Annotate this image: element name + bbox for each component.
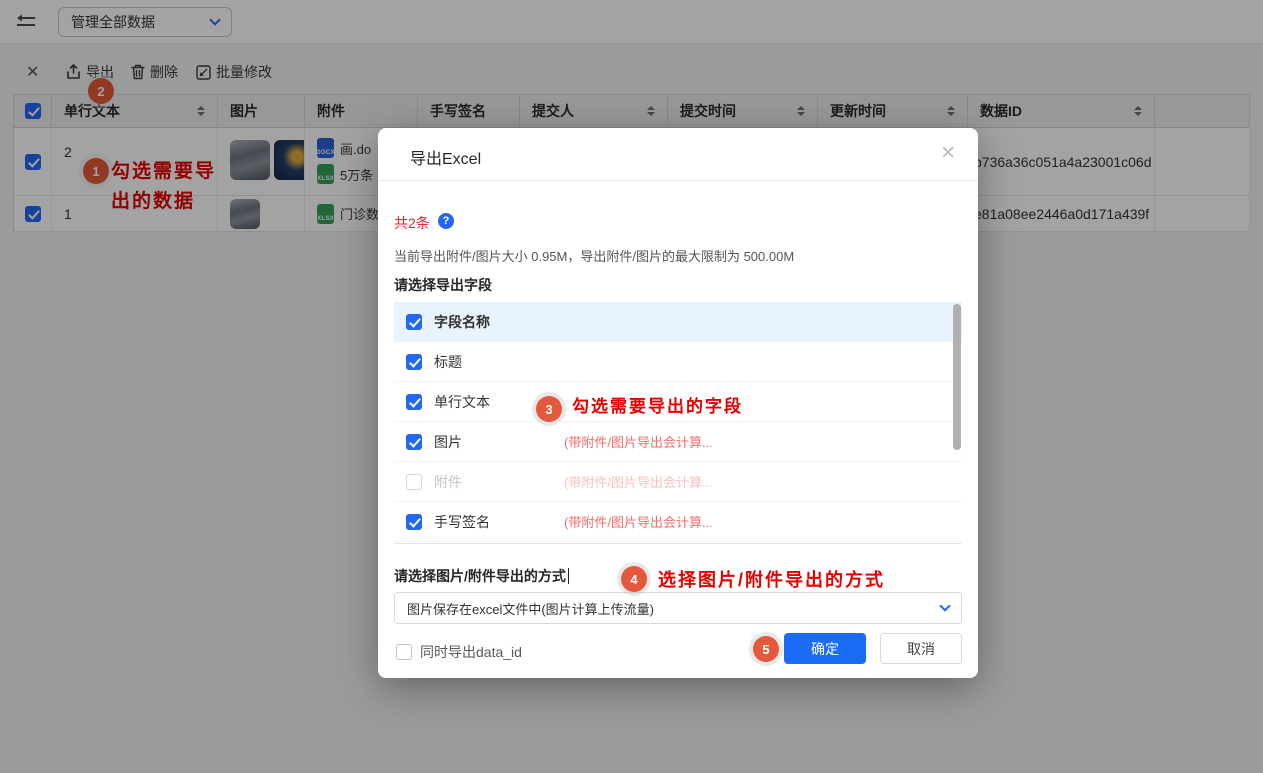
field-checkbox[interactable] xyxy=(406,514,422,530)
field-select-all-checkbox[interactable] xyxy=(406,314,422,330)
text-caret xyxy=(568,568,569,584)
data-id-checkbox[interactable] xyxy=(396,644,412,660)
export-size-info: 当前导出附件/图片大小 0.95M，导出附件/图片的最大限制为 500.00M xyxy=(394,246,794,265)
field-checkbox[interactable] xyxy=(406,434,422,450)
scrollbar-thumb[interactable] xyxy=(953,304,961,450)
field-row-signature[interactable]: 手写签名 (带附件/图片导出会计算... xyxy=(394,502,962,542)
modal-header: 导出Excel ✕ xyxy=(378,128,978,181)
fields-section-label: 请选择导出字段 xyxy=(394,275,492,295)
field-row-image[interactable]: 图片 (带附件/图片导出会计算... xyxy=(394,422,962,462)
field-size-note: (带附件/图片导出会计算... xyxy=(564,472,713,491)
list-scrollbar[interactable] xyxy=(953,304,962,542)
field-checkbox[interactable] xyxy=(406,474,422,490)
field-size-note: (带附件/图片导出会计算... xyxy=(564,512,713,531)
cancel-button[interactable]: 取消 xyxy=(880,633,962,664)
data-id-checkbox-label: 同时导出data_id xyxy=(420,642,522,662)
field-checkbox[interactable] xyxy=(406,354,422,370)
step-badge-3: 3 xyxy=(536,396,562,422)
field-row-title[interactable]: 标题 xyxy=(394,342,962,382)
help-icon[interactable]: ? xyxy=(438,213,454,229)
chevron-down-icon xyxy=(939,600,950,611)
step-note-4: 选择图片/附件导出的方式 xyxy=(658,566,885,592)
step-badge-4: 4 xyxy=(621,566,647,592)
step-note-3: 勾选需要导出的字段 xyxy=(572,392,743,417)
modal-title: 导出Excel xyxy=(410,145,481,169)
modal-close-icon[interactable]: ✕ xyxy=(940,144,956,163)
field-list-header-row[interactable]: 字段名称 xyxy=(394,302,962,342)
export-mode-value: 图片保存在excel文件中(图片计算上传流量) xyxy=(407,599,941,618)
field-row-attachment[interactable]: 附件 (带附件/图片导出会计算... xyxy=(394,462,962,502)
field-size-note: (带附件/图片导出会计算... xyxy=(564,432,713,451)
step-badge-5: 5 xyxy=(753,636,779,662)
export-data-id-option[interactable]: 同时导出data_id xyxy=(396,642,522,662)
export-mode-section-label: 请选择图片/附件导出的方式 xyxy=(394,566,569,586)
field-checkbox[interactable] xyxy=(406,394,422,410)
export-fields-list: 字段名称 标题 单行文本 图片 (带附件/图片导出会计算... 附件 (带附件/… xyxy=(394,302,962,544)
selected-count-label: 共2条 xyxy=(394,213,430,233)
export-mode-select[interactable]: 图片保存在excel文件中(图片计算上传流量) xyxy=(394,592,962,624)
confirm-button[interactable]: 确定 xyxy=(784,633,866,664)
